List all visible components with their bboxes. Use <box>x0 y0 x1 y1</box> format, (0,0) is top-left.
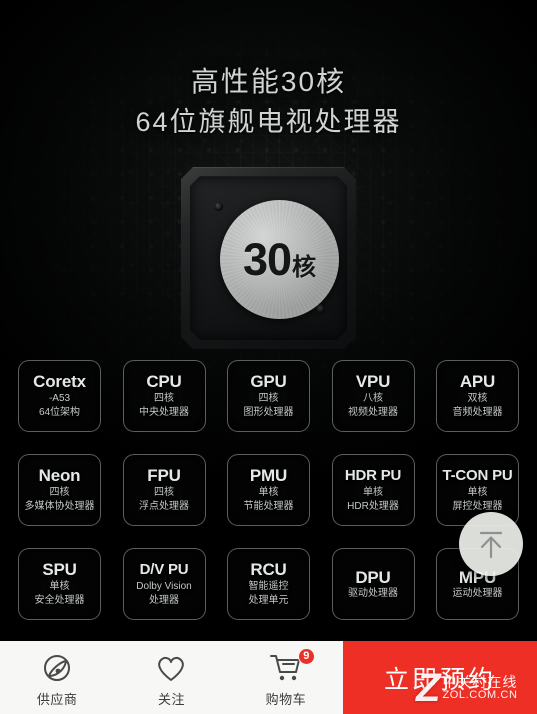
bottom-nav-group: 供应商 关注 9 购物车 <box>0 641 343 714</box>
chip-core-count: 30 核 <box>243 237 316 282</box>
nav-label: 供应商 <box>36 691 78 707</box>
module-subtitle-2: 浮点处理器 <box>139 501 189 512</box>
module-title: APU <box>459 372 496 391</box>
module-subtitle-1: 单核 <box>49 581 70 592</box>
module-subtitle-2: 节能处理器 <box>243 501 294 512</box>
chip-corner-dot <box>214 202 223 211</box>
module-card-spu: SPU 单核 安全处理器 <box>18 548 101 620</box>
nav-item-cart[interactable]: 9 购物车 <box>229 641 343 714</box>
module-subtitle-2: HDR处理器 <box>347 501 399 512</box>
module-subtitle-1: 智能遥控 <box>248 581 289 592</box>
module-subtitle-2: 安全处理器 <box>34 595 85 606</box>
module-subtitle-1: 双核 <box>467 393 488 404</box>
module-card-dpu: DPU 驱动处理器 <box>331 548 415 620</box>
module-title: Neon <box>38 466 81 485</box>
chip-core-number: 30 <box>242 234 292 285</box>
reserve-now-button[interactable]: 立即预约 <box>343 641 537 714</box>
module-subtitle-1: 四核 <box>49 487 70 498</box>
module-card-pmu: PMU 单核 节能处理器 <box>227 454 310 526</box>
heart-icon <box>158 656 185 681</box>
module-row: Neon 四核 多媒体协处理器 FPU 四核 浮点处理器 PMU 单核 节能处理… <box>0 454 537 526</box>
arrow-up-icon <box>479 531 503 559</box>
chip-core-unit: 核 <box>292 254 317 281</box>
module-subtitle-1: 八核 <box>363 393 383 404</box>
product-detail-page: 高性能30核 64位旗舰电视处理器 30 核 Coretx -A53 64位架构 <box>0 0 537 714</box>
module-title: T-CON PU <box>442 467 513 484</box>
headline-line-1: 高性能30核 <box>190 66 347 97</box>
nav-label: 购物车 <box>265 691 307 707</box>
module-title: HDR PU <box>344 467 402 484</box>
hero-headline: 高性能30核 64位旗舰电视处理器 <box>0 62 537 142</box>
heart-icon-wrap <box>155 652 187 684</box>
cart-badge: 9 <box>297 647 315 665</box>
module-title: D/V PU <box>139 561 189 578</box>
headline-line-2: 64位旗舰电视处理器 <box>135 107 402 137</box>
module-card-fpu: FPU 四核 浮点处理器 <box>122 454 206 526</box>
module-title: RCU <box>250 560 287 579</box>
module-card-cpu: CPU 四核 中央处理器 <box>122 360 206 432</box>
module-subtitle-2: 64位架构 <box>38 407 81 418</box>
module-title: FPU <box>147 466 181 485</box>
module-subtitle-2: 图形处理器 <box>243 407 294 418</box>
module-subtitle-1: 四核 <box>154 487 174 498</box>
module-card-apu: APU 双核 音频处理器 <box>436 360 519 432</box>
processor-chip-graphic: 30 核 <box>181 167 356 349</box>
processor-module-grid: Coretx -A53 64位架构 CPU 四核 中央处理器 GPU 四核 图形… <box>0 360 537 642</box>
bottom-action-bar: 供应商 关注 9 购物车 立即预约 <box>0 641 537 714</box>
module-title: SPU <box>42 560 77 579</box>
cta-label: 立即预约 <box>383 665 496 694</box>
module-card-gpu: GPU 四核 图形处理器 <box>227 360 310 432</box>
module-card-neon: Neon 四核 多媒体协处理器 <box>18 454 101 526</box>
module-card-hdr-pu: HDR PU 单核 HDR处理器 <box>331 454 415 526</box>
module-card-rcu: RCU 智能遥控 处理单元 <box>227 548 310 620</box>
module-title: PMU <box>249 466 288 485</box>
nav-item-follow[interactable]: 关注 <box>114 641 228 714</box>
module-subtitle-1: 单核 <box>363 487 383 498</box>
nav-item-supplier[interactable]: 供应商 <box>0 641 114 714</box>
module-subtitle-1: -A53 <box>48 393 71 404</box>
module-title: CPU <box>146 372 182 391</box>
module-card-coretx: Coretx -A53 64位架构 <box>18 360 101 432</box>
module-title: VPU <box>355 372 391 391</box>
module-title: DPU <box>355 567 391 587</box>
module-subtitle-2: 处理单元 <box>248 595 289 606</box>
module-subtitle-1: Dolby Vision <box>136 581 192 592</box>
module-subtitle-2: 视频处理器 <box>348 407 398 418</box>
module-subtitle-2: 中央处理器 <box>139 407 189 418</box>
module-subtitle-1: 单核 <box>467 487 488 498</box>
module-title: GPU <box>250 372 287 391</box>
chip-metal-disc: 30 核 <box>220 200 339 319</box>
module-subtitle-1: 四核 <box>154 393 174 404</box>
module-card-vpu: VPU 八核 视频处理器 <box>331 360 415 432</box>
module-subtitle-2: 运动处理器 <box>452 587 503 599</box>
back-to-top-button[interactable] <box>459 512 523 576</box>
module-title: Coretx <box>33 372 86 391</box>
module-card-dv-pu: D/V PU Dolby Vision 处理器 <box>122 548 206 620</box>
module-subtitle-1: 单核 <box>258 487 279 498</box>
supplier-icon <box>44 654 71 681</box>
module-row: Coretx -A53 64位架构 CPU 四核 中央处理器 GPU 四核 图形… <box>0 360 537 432</box>
nav-label: 关注 <box>157 691 185 707</box>
module-row: SPU 单核 安全处理器 D/V PU Dolby Vision 处理器 RCU… <box>0 548 537 620</box>
module-subtitle-2: 音频处理器 <box>452 407 503 418</box>
cart-icon-wrap: 9 <box>269 647 315 684</box>
chip-inner-plate: 30 核 <box>190 176 347 340</box>
module-subtitle-2: 处理器 <box>149 595 179 606</box>
module-subtitle-1: 四核 <box>258 393 279 404</box>
supplier-icon-wrap <box>42 652 72 684</box>
module-subtitle-2: 多媒体协处理器 <box>24 501 95 512</box>
module-subtitle-2: 驱动处理器 <box>348 587 398 599</box>
